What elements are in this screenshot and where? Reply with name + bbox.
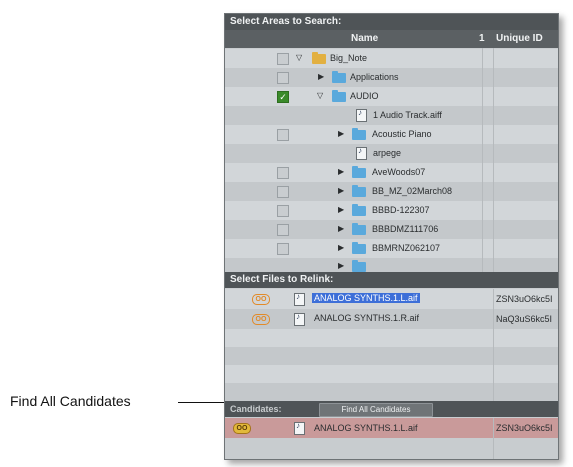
tree-row-avewoods[interactable]: ▶ AveWoods07 bbox=[225, 163, 558, 182]
candidate-link-icon: OO bbox=[233, 423, 251, 434]
disclosure-triangle-closed-icon[interactable]: ▶ bbox=[338, 224, 344, 233]
checkbox[interactable] bbox=[277, 167, 289, 179]
tree-row-applications[interactable]: ▶ Applications bbox=[225, 68, 558, 87]
relink-file-row[interactable]: OO ANALOG SYNTHS.1.R.aif NaQ3uS6kc5I bbox=[225, 309, 558, 329]
audio-file-icon bbox=[294, 312, 305, 326]
tree-row-bb-mz[interactable]: ▶ BB_MZ_02March08 bbox=[225, 182, 558, 201]
tree-row-acoustic-piano[interactable]: ▶ Acoustic Piano bbox=[225, 125, 558, 144]
disclosure-triangle-closed-icon[interactable]: ▶ bbox=[338, 167, 344, 176]
relink-file-unique-id: NaQ3uS6kc5I bbox=[496, 314, 553, 324]
candidate-row[interactable]: OO ANALOG SYNTHS.1.L.aif ZSN3uO6kc5I bbox=[225, 418, 558, 438]
checkbox[interactable] bbox=[277, 224, 289, 236]
column-divider bbox=[493, 289, 494, 401]
disclosure-triangle-closed-icon[interactable]: ▶ bbox=[318, 72, 324, 81]
tree-row-big-note[interactable]: ▽ Big_Note bbox=[225, 49, 558, 68]
relink-empty-row bbox=[225, 365, 558, 383]
tree-item-label: Big_Note bbox=[330, 53, 368, 63]
folder-icon bbox=[352, 260, 366, 272]
column-divider bbox=[493, 418, 494, 459]
disclosure-triangle-closed-icon[interactable]: ▶ bbox=[338, 129, 344, 138]
relink-empty-row bbox=[225, 383, 558, 401]
folder-icon bbox=[352, 223, 366, 235]
relink-file-name-selected[interactable]: ANALOG SYNTHS.1.L.aif bbox=[312, 293, 420, 303]
tree-item-label: BBMRNZ062107 bbox=[372, 243, 441, 253]
drive-icon bbox=[312, 52, 326, 64]
tree-row-partial[interactable]: ▶ bbox=[225, 258, 558, 272]
disclosure-triangle-closed-icon[interactable]: ▶ bbox=[338, 205, 344, 214]
find-all-candidates-callout: Find All Candidates bbox=[10, 393, 131, 409]
audio-file-icon bbox=[356, 108, 367, 122]
disclosure-triangle-closed-icon[interactable]: ▶ bbox=[338, 243, 344, 252]
folder-icon bbox=[352, 128, 366, 140]
checkbox[interactable] bbox=[277, 72, 289, 84]
audio-file-icon bbox=[294, 421, 305, 435]
tree-item-label: 1 Audio Track.aiff bbox=[373, 110, 442, 120]
column-unique-id[interactable]: Unique ID bbox=[496, 33, 543, 44]
folder-icon bbox=[332, 71, 346, 83]
checkbox[interactable] bbox=[277, 53, 289, 65]
relink-file-name[interactable]: ANALOG SYNTHS.1.R.aif bbox=[314, 313, 419, 323]
candidates-empty-area bbox=[225, 438, 558, 459]
relink-file-unique-id: ZSN3uO6kc5I bbox=[496, 294, 553, 304]
relink-window: Select Areas to Search: Name 1 Unique ID… bbox=[224, 13, 559, 460]
tree-item-label: Acoustic Piano bbox=[372, 129, 432, 139]
relink-header: Select Files to Relink: bbox=[225, 272, 558, 288]
folder-icon bbox=[352, 204, 366, 216]
tree-row-audio-track[interactable]: 1 Audio Track.aiff bbox=[225, 106, 558, 125]
tree-item-label: AUDIO bbox=[350, 91, 379, 101]
checkbox-checked[interactable]: ✓ bbox=[277, 91, 289, 103]
checkbox[interactable] bbox=[277, 186, 289, 198]
folder-icon bbox=[352, 166, 366, 178]
tree-item-label: BBBD-122307 bbox=[372, 205, 430, 215]
disclosure-triangle-open-icon[interactable]: ▽ bbox=[317, 91, 323, 100]
tree-row-bbbd[interactable]: ▶ BBBD-122307 bbox=[225, 201, 558, 220]
disclosure-triangle-closed-icon[interactable]: ▶ bbox=[338, 186, 344, 195]
folder-icon bbox=[352, 242, 366, 254]
candidate-unique-id: ZSN3uO6kc5I bbox=[496, 423, 553, 433]
audio-file-icon bbox=[356, 146, 367, 160]
candidates-bar: Candidates: Find All Candidates bbox=[225, 401, 558, 417]
tree-item-label: Applications bbox=[350, 72, 399, 82]
tree-row-audio[interactable]: ✓ ▽ AUDIO bbox=[225, 87, 558, 106]
column-divider bbox=[482, 48, 483, 272]
find-all-candidates-button[interactable]: Find All Candidates bbox=[319, 403, 433, 417]
tree-item-label: arpege bbox=[373, 148, 402, 158]
column-name[interactable]: Name bbox=[351, 33, 378, 44]
folder-icon bbox=[332, 90, 346, 102]
tree-item-label: BBBDMZ111706 bbox=[372, 224, 439, 234]
relink-empty-row bbox=[225, 329, 558, 347]
tree-row-bbmrnz[interactable]: ▶ BBMRNZ062107 bbox=[225, 239, 558, 258]
disclosure-triangle-closed-icon[interactable]: ▶ bbox=[338, 261, 344, 270]
checkbox[interactable] bbox=[277, 129, 289, 141]
tree-row-bbbdmz[interactable]: ▶ BBBDMZ111706 bbox=[225, 220, 558, 239]
checkbox[interactable] bbox=[277, 243, 289, 255]
candidate-file-name: ANALOG SYNTHS.1.L.aif bbox=[314, 423, 418, 433]
candidates-label: Candidates: bbox=[230, 404, 282, 414]
relink-status-icon: OO bbox=[252, 314, 270, 325]
areas-header: Select Areas to Search: bbox=[225, 14, 558, 30]
column-number[interactable]: 1 bbox=[479, 33, 485, 44]
folder-icon bbox=[352, 185, 366, 197]
tree-row-arpege[interactable]: arpege bbox=[225, 144, 558, 163]
tree-item-label: AveWoods07 bbox=[372, 167, 426, 177]
relink-status-icon: OO bbox=[252, 294, 270, 305]
column-divider bbox=[493, 48, 494, 272]
areas-column-headers: Name 1 Unique ID bbox=[225, 30, 558, 48]
audio-file-icon bbox=[294, 292, 305, 306]
tree-item-label: BB_MZ_02March08 bbox=[372, 186, 453, 196]
disclosure-triangle-open-icon[interactable]: ▽ bbox=[296, 53, 302, 62]
checkbox[interactable] bbox=[277, 205, 289, 217]
relink-empty-row bbox=[225, 347, 558, 365]
relink-file-row[interactable]: OO ANALOG SYNTHS.1.L.aif ZSN3uO6kc5I bbox=[225, 289, 558, 309]
